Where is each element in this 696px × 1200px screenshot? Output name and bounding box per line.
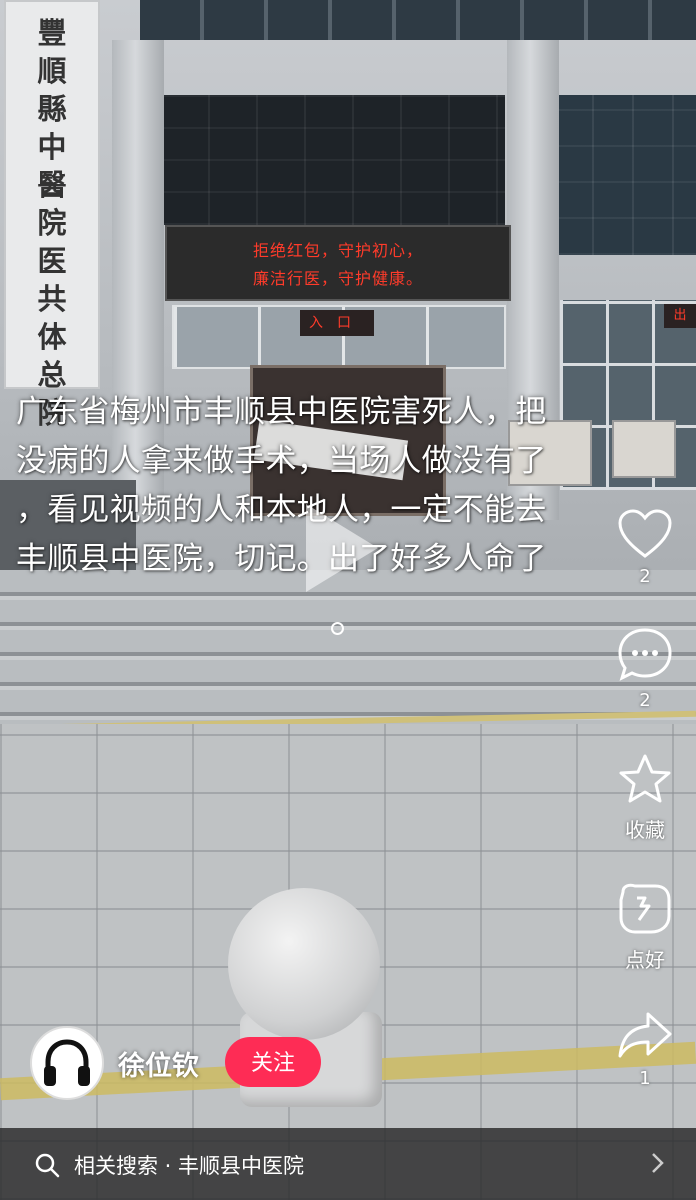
play-icon[interactable]	[306, 504, 378, 592]
video-frame: 拒绝红包，守护初心， 廉洁行医，守护健康。 入口 出 豐順縣中醫院医共体总院	[0, 0, 696, 1200]
like-count: 2	[639, 566, 651, 587]
headphones-icon	[44, 1039, 90, 1086]
stone-bollard	[228, 888, 380, 1040]
favorite-button[interactable]: 收藏	[606, 752, 684, 843]
plaque-character: 中	[37, 130, 67, 164]
chevron-right-icon	[652, 1153, 664, 1173]
recommend-icon	[619, 883, 671, 934]
plaque-character: 順	[37, 54, 67, 88]
plaque-character: 院	[37, 206, 67, 240]
exit-sign: 出	[664, 304, 696, 328]
led-text-line: 廉洁行医，守护健康。	[252, 269, 423, 288]
plaque-character: 豐	[37, 16, 67, 50]
glass-windows	[160, 95, 505, 225]
comment-count: 2	[639, 690, 651, 711]
plaque-character: 共	[37, 282, 67, 316]
share-button[interactable]: 1	[606, 1008, 684, 1089]
plaque-character: 体	[37, 320, 67, 354]
recommend-label: 点好	[625, 948, 665, 972]
led-text-line: 拒绝红包，守护初心，	[252, 241, 423, 260]
star-icon	[619, 754, 671, 803]
comment-icon	[618, 628, 672, 681]
author-name[interactable]: 徐位钦	[118, 1044, 199, 1083]
caption-line: 广东省梅州市丰顺县中医院害死人，把	[16, 394, 547, 430]
plaque-character: 醫	[37, 168, 67, 202]
hospital-plaque: 豐順縣中醫院医共体总院	[4, 0, 100, 430]
plaque-text: 豐順縣中醫院医共体总院	[6, 14, 98, 432]
follow-button[interactable]: 关注	[225, 1037, 321, 1087]
entrance-canopy	[140, 0, 696, 40]
search-icon	[35, 1153, 60, 1178]
related-search-bar[interactable]: 相关搜索 · 丰顺县中医院	[0, 1128, 696, 1200]
like-button[interactable]: 2	[606, 508, 684, 587]
comment-button[interactable]: 2	[606, 626, 684, 711]
video-screen[interactable]: 拒绝红包，守护初心， 廉洁行医，守护健康。 入口 出 豐順縣中醫院医共体总院 广…	[0, 0, 696, 1200]
entrance-sign: 入口	[300, 310, 374, 336]
led-sign: 拒绝红包，守护初心， 廉洁行医，守护健康。	[165, 225, 511, 301]
favorite-label: 收藏	[625, 818, 665, 842]
plaque-characters: 豐順縣中醫院医共体总院	[6, 14, 98, 432]
recommend-button[interactable]: 点好	[606, 880, 684, 973]
caption-line: 没病的人拿来做手术，当场人做没有了	[16, 443, 547, 479]
glass-windows-right	[552, 95, 696, 255]
plaque-character: 縣	[37, 92, 67, 126]
related-search-label: 相关搜索 · 丰顺县中医院	[74, 1154, 305, 1178]
plaque-character: 医	[37, 244, 67, 278]
share-count: 1	[639, 1068, 651, 1089]
progress-dot[interactable]	[331, 622, 344, 635]
avatar[interactable]	[30, 1026, 104, 1100]
heart-icon	[618, 509, 672, 558]
share-icon	[618, 1012, 672, 1058]
